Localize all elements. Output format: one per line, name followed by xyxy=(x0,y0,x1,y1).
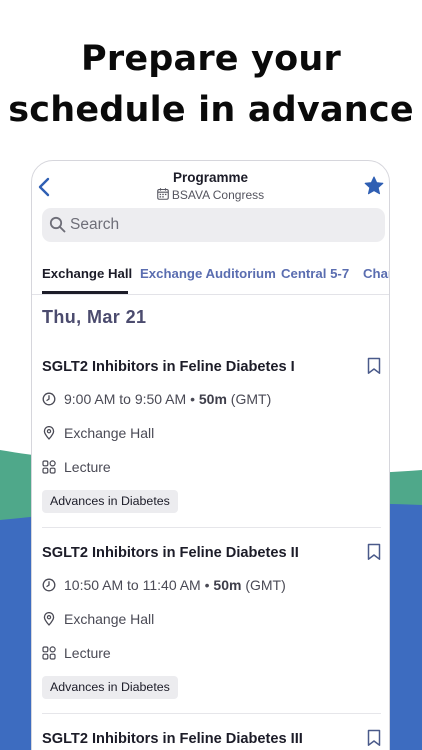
page-title: Programme xyxy=(172,170,249,185)
tab-exchange-hall[interactable]: Exchange Hall xyxy=(42,260,132,294)
session-item[interactable]: SGLT2 Inhibitors in Feline Diabetes I 9:… xyxy=(32,357,389,519)
location-pin-icon xyxy=(43,612,55,626)
session-duration: 50m xyxy=(213,577,242,593)
session-divider xyxy=(42,713,381,714)
session-time-range: 10:50 AM to 11:40 AM xyxy=(64,577,201,593)
headline-line-1: Prepare your xyxy=(81,39,341,79)
category-grid-icon xyxy=(42,646,56,660)
headline-line-2: schedule in advance xyxy=(8,90,414,130)
bookmark-icon[interactable] xyxy=(367,543,381,561)
tab-char[interactable]: Char xyxy=(363,260,389,294)
session-title[interactable]: SGLT2 Inhibitors in Feline Diabetes II xyxy=(42,545,299,561)
session-title[interactable]: SGLT2 Inhibitors in Feline Diabetes I xyxy=(42,359,295,375)
phone-screen: Programme BSAVA Congress Exchang xyxy=(31,160,390,750)
session-type-text: Lecture xyxy=(64,459,111,475)
session-duration: 50m xyxy=(198,391,227,407)
calendar-icon xyxy=(157,188,169,200)
nav-bar: Programme BSAVA Congress xyxy=(32,161,389,207)
session-tag: Advances in Diabetes xyxy=(42,676,178,699)
room-tabs: Exchange Hall Exchange Auditorium Centra… xyxy=(32,260,389,294)
session-type-text: Lecture xyxy=(64,645,111,661)
search-bar[interactable] xyxy=(42,208,385,242)
event-subtitle: BSAVA Congress xyxy=(32,188,389,202)
session-title[interactable]: SGLT2 Inhibitors in Feline Diabetes III xyxy=(42,731,303,747)
event-name: BSAVA Congress xyxy=(171,188,265,202)
session-location-text: Exchange Hall xyxy=(64,425,155,441)
tab-exchange-auditorium[interactable]: Exchange Auditorium xyxy=(140,260,276,294)
search-icon xyxy=(49,216,66,233)
session-divider xyxy=(42,527,381,528)
tab-central-5-7[interactable]: Central 5-7 xyxy=(281,260,349,294)
session-item[interactable]: SGLT2 Inhibitors in Feline Diabetes II 1… xyxy=(32,543,389,705)
clock-icon xyxy=(42,578,56,592)
clock-icon xyxy=(42,392,56,406)
bookmark-icon[interactable] xyxy=(367,357,381,375)
search-input[interactable] xyxy=(70,208,370,242)
day-heading: Thu, Mar 21 xyxy=(42,307,147,327)
session-timezone: (GMT) xyxy=(230,391,272,407)
session-time-range: 9:00 AM to 9:50 AM xyxy=(64,391,187,407)
session-tag: Advances in Diabetes xyxy=(42,490,178,513)
star-icon[interactable] xyxy=(363,175,385,197)
location-pin-icon xyxy=(43,426,55,440)
session-location-text: Exchange Hall xyxy=(64,611,155,627)
tabs-divider xyxy=(32,294,389,295)
promo-headline: Prepare your schedule in advance xyxy=(0,34,422,136)
category-grid-icon xyxy=(42,460,56,474)
session-item[interactable]: SGLT2 Inhibitors in Feline Diabetes III xyxy=(32,729,389,750)
session-timezone: (GMT) xyxy=(245,577,286,593)
bookmark-icon[interactable] xyxy=(367,729,381,747)
